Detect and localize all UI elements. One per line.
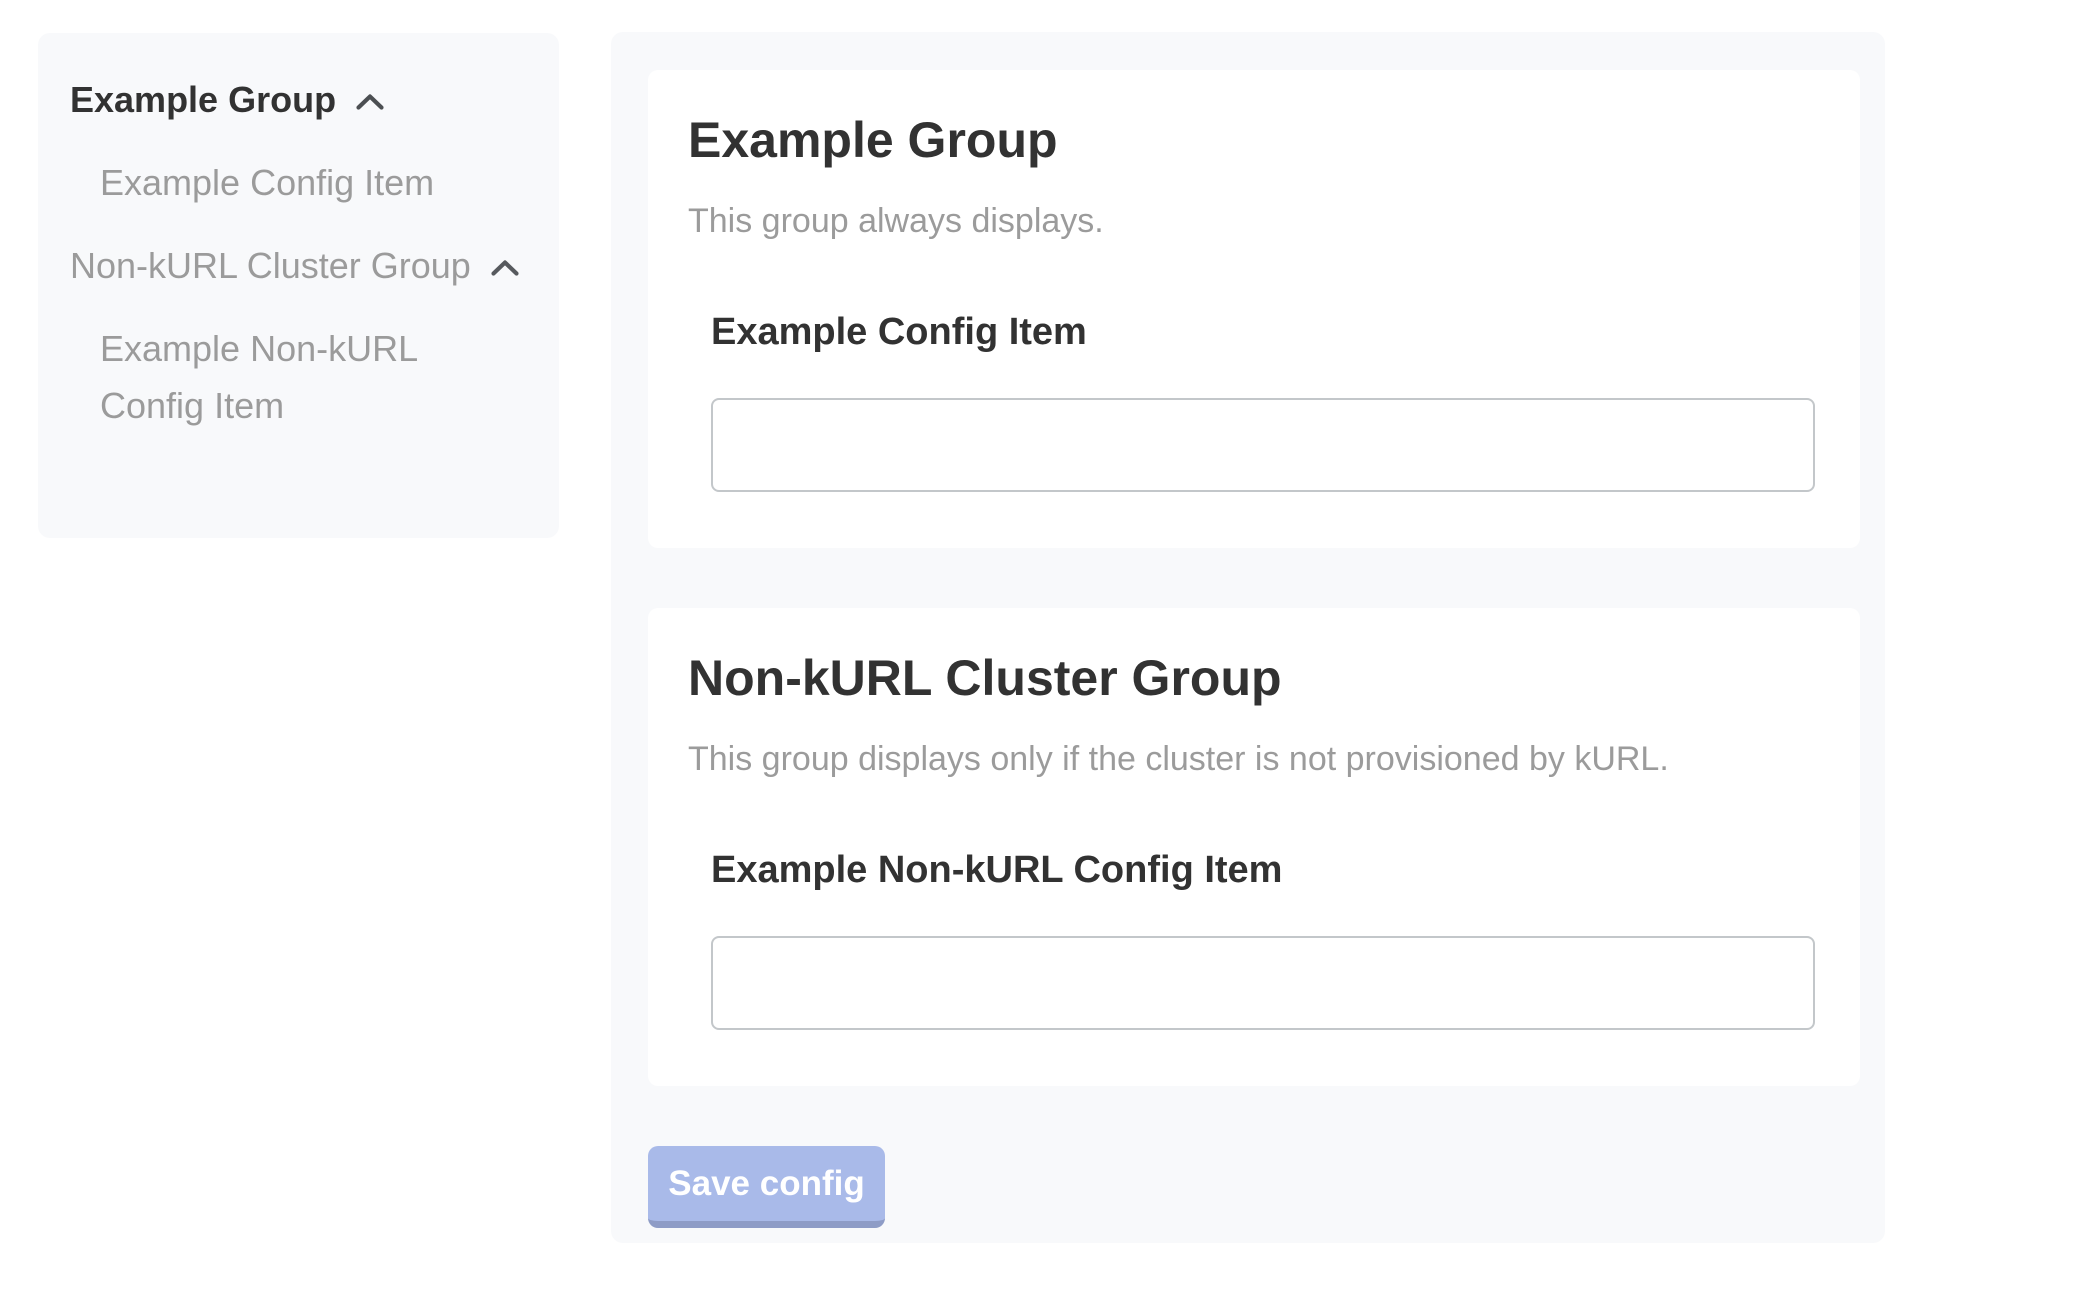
sidebar-item-example-non-kurl-config-item[interactable]: Example Non-kURL Config Item bbox=[100, 320, 525, 434]
example-config-item-input[interactable] bbox=[711, 398, 1815, 492]
sidebar-group-example: Example Group bbox=[70, 71, 525, 128]
sidebar-group-example-group-label: Example Group bbox=[70, 79, 336, 120]
chevron-up-icon bbox=[356, 94, 384, 110]
config-group-card-example-group: Example Group This group always displays… bbox=[648, 70, 1860, 548]
sidebar-item-example-config-item[interactable]: Example Config Item bbox=[100, 154, 525, 211]
save-config-button[interactable]: Save config bbox=[648, 1146, 885, 1228]
sidebar-item-example-config-item-row: Example Config Item bbox=[70, 154, 525, 211]
group-title: Example Group bbox=[688, 110, 1820, 170]
config-item: Example Config Item bbox=[711, 308, 1820, 492]
group-description: This group displays only if the cluster … bbox=[688, 736, 1820, 782]
config-sidebar: Example Group Example Config Item Non-kU… bbox=[38, 33, 559, 538]
sidebar-group-non-kurl-link[interactable]: Non-kURL Cluster Group bbox=[70, 237, 525, 294]
config-item: Example Non-kURL Config Item bbox=[711, 846, 1820, 1030]
config-item-label: Example Non-kURL Config Item bbox=[711, 846, 1820, 894]
config-item-label: Example Config Item bbox=[711, 308, 1820, 356]
sidebar-item-non-kurl-config-item-row: Example Non-kURL Config Item bbox=[70, 320, 525, 434]
chevron-up-icon bbox=[491, 260, 519, 276]
sidebar-group-example-group-link[interactable]: Example Group bbox=[70, 71, 525, 128]
group-title: Non-kURL Cluster Group bbox=[688, 648, 1820, 708]
sidebar-group-non-kurl: Non-kURL Cluster Group bbox=[70, 237, 525, 294]
group-description: This group always displays. bbox=[688, 198, 1820, 244]
example-non-kurl-config-item-input[interactable] bbox=[711, 936, 1815, 1030]
config-group-card-non-kurl-cluster-group: Non-kURL Cluster Group This group displa… bbox=[648, 608, 1860, 1086]
config-panel: Example Group This group always displays… bbox=[611, 32, 1885, 1243]
sidebar-group-non-kurl-label: Non-kURL Cluster Group bbox=[70, 245, 471, 286]
